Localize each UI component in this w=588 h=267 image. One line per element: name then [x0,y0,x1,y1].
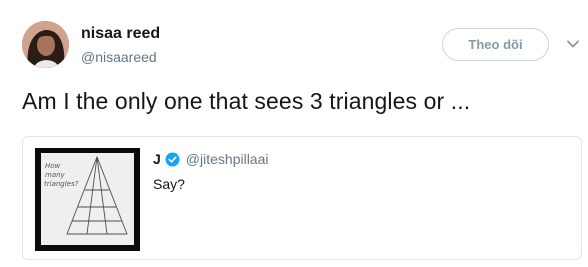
handwritten-many: many [45,171,66,179]
quoted-tweet-meta: J @jiteshpillaai [153,151,269,167]
handwritten-triangles: triangles? [44,180,79,188]
quoted-tweet-card[interactable]: How many triangles? J @jiteshpillaai Say… [22,136,582,260]
quoted-tweet-text: Say? [153,176,185,192]
author-handle[interactable]: @nisaareed [81,49,157,65]
quoted-author-name[interactable]: J [153,151,161,167]
tweet-header: nisaa reed @nisaareed Theo dõi [22,21,588,73]
tweet-text: Am I the only one that sees 3 triangles … [22,88,471,114]
quoted-author-handle[interactable]: @jiteshpillaai [186,151,269,167]
quoted-tweet-media[interactable]: How many triangles? [35,148,140,251]
handwritten-how: How [45,162,61,170]
avatar[interactable] [22,21,69,68]
author-name[interactable]: nisaa reed [81,25,160,43]
follow-button[interactable]: Theo dõi [442,28,549,61]
chevron-down-icon[interactable] [566,37,580,51]
verified-badge-icon [165,152,180,166]
triangle-puzzle-image-icon: How many triangles? [35,148,140,251]
avatar-photo-icon [22,21,69,68]
